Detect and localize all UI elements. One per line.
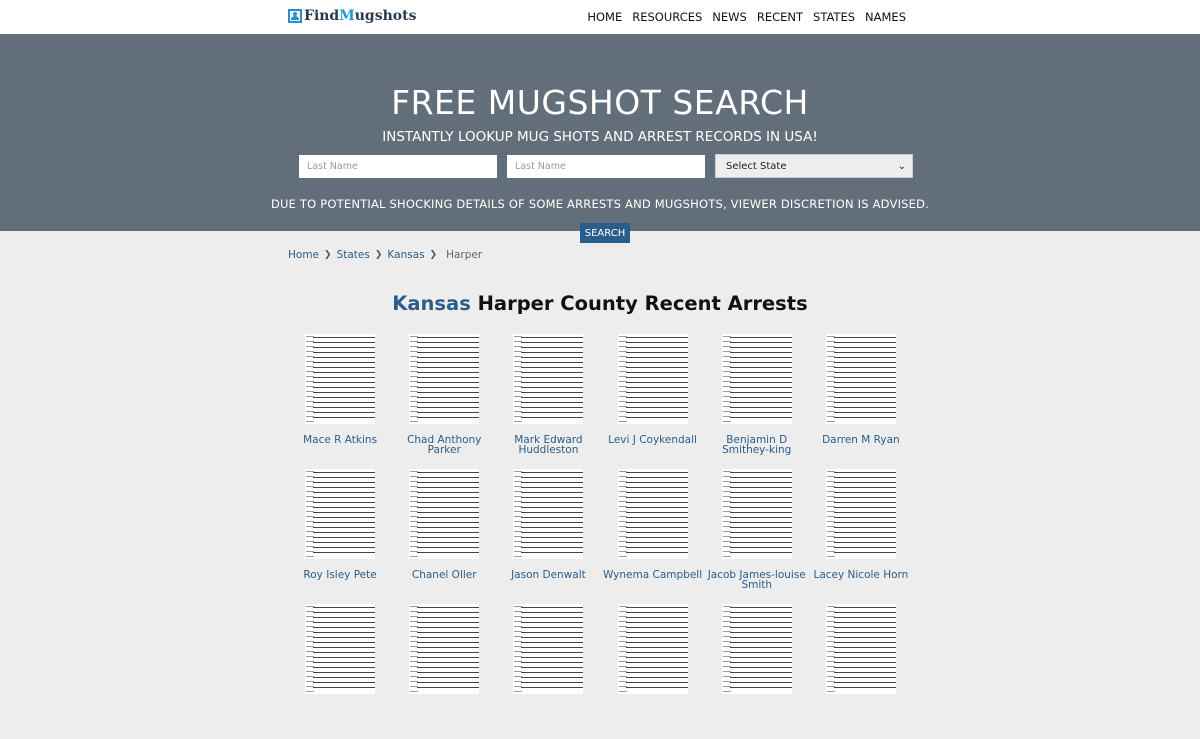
nav-news[interactable]: NEWS bbox=[712, 10, 747, 24]
mugshot-placeholder-image[interactable] bbox=[305, 604, 376, 694]
arrest-name-link[interactable]: Levi J Coykendall bbox=[603, 435, 703, 446]
breadcrumb-states[interactable]: States bbox=[337, 249, 370, 261]
nav-recent[interactable]: RECENT bbox=[757, 10, 803, 24]
arrest-card[interactable] bbox=[496, 604, 600, 739]
hero-subtitle: INSTANTLY LOOKUP MUG SHOTS AND ARREST RE… bbox=[382, 129, 818, 145]
arrest-name-link[interactable]: Wynema Campbell bbox=[603, 570, 703, 581]
hero-title: FREE MUGSHOT SEARCH bbox=[391, 83, 809, 122]
mugshot-placeholder-image[interactable] bbox=[513, 604, 584, 694]
arrest-card[interactable]: Darren M Ryan bbox=[809, 334, 913, 469]
mugshot-placeholder-image[interactable] bbox=[617, 334, 688, 424]
arrest-card[interactable]: Mace R Atkins bbox=[288, 334, 392, 469]
last-name-input[interactable] bbox=[507, 155, 705, 178]
search-form: Select State ⌄ bbox=[299, 154, 913, 178]
search-button[interactable]: SEARCH bbox=[580, 223, 630, 243]
chevron-right-icon: ❯ bbox=[374, 250, 383, 260]
mugshot-placeholder-image[interactable] bbox=[513, 469, 584, 559]
arrest-name-link[interactable]: Chad Anthony Parker bbox=[394, 435, 494, 456]
arrest-card[interactable]: Jacob James-louise Smith bbox=[705, 469, 809, 604]
mugshot-logo-icon bbox=[288, 9, 302, 23]
arrest-name-link[interactable]: Darren M Ryan bbox=[811, 435, 911, 446]
arrest-name-link[interactable]: Lacey Nicole Horn bbox=[811, 570, 911, 581]
arrest-card[interactable]: Wynema Campbell bbox=[600, 469, 704, 604]
page-title-rest: Harper County Recent Arrests bbox=[477, 292, 808, 315]
mugshot-placeholder-image[interactable] bbox=[305, 469, 376, 559]
mugshot-placeholder-image[interactable] bbox=[721, 469, 792, 559]
page-title: Kansas Harper County Recent Arrests bbox=[0, 294, 1200, 314]
mugshot-placeholder-image[interactable] bbox=[409, 604, 480, 694]
arrest-card[interactable] bbox=[600, 604, 704, 739]
search-hero: FREE MUGSHOT SEARCH INSTANTLY LOOKUP MUG… bbox=[0, 34, 1200, 243]
mugshot-placeholder-image[interactable] bbox=[305, 334, 376, 424]
arrest-name-link[interactable]: Jacob James-louise Smith bbox=[707, 570, 807, 591]
arrest-card[interactable]: Lacey Nicole Horn bbox=[809, 469, 913, 604]
mugshot-placeholder-image[interactable] bbox=[825, 604, 896, 694]
mugshot-placeholder-image[interactable] bbox=[825, 334, 896, 424]
state-select[interactable]: Select State ⌄ bbox=[715, 154, 913, 178]
arrest-card[interactable]: Jason Denwalt bbox=[496, 469, 600, 604]
arrest-card[interactable]: Chanel Oller bbox=[392, 469, 496, 604]
top-bar: Find Mugshots HOME RESOURCES NEWS RECENT … bbox=[0, 0, 1200, 34]
site-logo[interactable]: Find Mugshots bbox=[288, 8, 416, 24]
arrest-card[interactable]: Benjamin D Smithey-king bbox=[705, 334, 809, 469]
arrest-name-link[interactable]: Mace R Atkins bbox=[290, 435, 390, 446]
nav-states[interactable]: STATES bbox=[813, 10, 855, 24]
arrest-grid: Mace R Atkins Chad Anthony Parker Mark Edw… bbox=[288, 334, 913, 739]
arrest-name-link[interactable]: Roy Isley Pete bbox=[290, 570, 390, 581]
logo-prefix: Find bbox=[304, 8, 340, 24]
page-title-state: Kansas bbox=[392, 292, 471, 315]
mugshot-placeholder-image[interactable] bbox=[409, 334, 480, 424]
arrest-card[interactable] bbox=[288, 604, 392, 739]
breadcrumb-current: Harper bbox=[446, 249, 483, 261]
arrest-card[interactable]: Levi J Coykendall bbox=[600, 334, 704, 469]
mugshot-placeholder-image[interactable] bbox=[409, 469, 480, 559]
logo-suffix: ugshots bbox=[354, 8, 417, 24]
mugshot-placeholder-image[interactable] bbox=[513, 334, 584, 424]
discretion-notice: DUE TO POTENTIAL SHOCKING DETAILS OF SOM… bbox=[270, 197, 930, 211]
arrest-card[interactable]: Roy Isley Pete bbox=[288, 469, 392, 604]
first-name-input[interactable] bbox=[299, 155, 497, 178]
mugshot-placeholder-image[interactable] bbox=[721, 604, 792, 694]
mugshot-placeholder-image[interactable] bbox=[825, 469, 896, 559]
state-select-value: Select State bbox=[726, 160, 787, 172]
mugshot-placeholder-image[interactable] bbox=[721, 334, 792, 424]
arrest-name-link[interactable]: Jason Denwalt bbox=[498, 570, 598, 581]
nav-names[interactable]: NAMES bbox=[865, 10, 906, 24]
chevron-right-icon: ❯ bbox=[324, 250, 332, 260]
arrest-name-link[interactable]: Mark Edward Huddleston bbox=[498, 435, 598, 456]
arrest-card[interactable] bbox=[809, 604, 913, 739]
nav-home[interactable]: HOME bbox=[587, 10, 622, 24]
mugshot-placeholder-image[interactable] bbox=[617, 604, 688, 694]
chevron-right-icon: ❯ bbox=[429, 250, 438, 260]
breadcrumb-home[interactable]: Home bbox=[288, 249, 319, 261]
arrest-card[interactable] bbox=[705, 604, 809, 739]
breadcrumb-state[interactable]: Kansas bbox=[387, 249, 424, 261]
arrest-card[interactable] bbox=[392, 604, 496, 739]
arrest-card[interactable]: Chad Anthony Parker bbox=[392, 334, 496, 469]
arrest-name-link[interactable]: Benjamin D Smithey-king bbox=[707, 435, 807, 456]
arrest-card[interactable]: Mark Edward Huddleston bbox=[496, 334, 600, 469]
arrest-name-link[interactable]: Chanel Oller bbox=[394, 570, 494, 581]
logo-m: M bbox=[339, 8, 355, 24]
mugshot-placeholder-image[interactable] bbox=[617, 469, 688, 559]
nav-resources[interactable]: RESOURCES bbox=[632, 10, 702, 24]
chevron-down-icon: ⌄ bbox=[897, 160, 906, 172]
breadcrumb: Home ❯ States ❯ Kansas ❯ Harper bbox=[288, 249, 482, 261]
main-nav: HOME RESOURCES NEWS RECENT STATES NAMES bbox=[587, 10, 906, 24]
